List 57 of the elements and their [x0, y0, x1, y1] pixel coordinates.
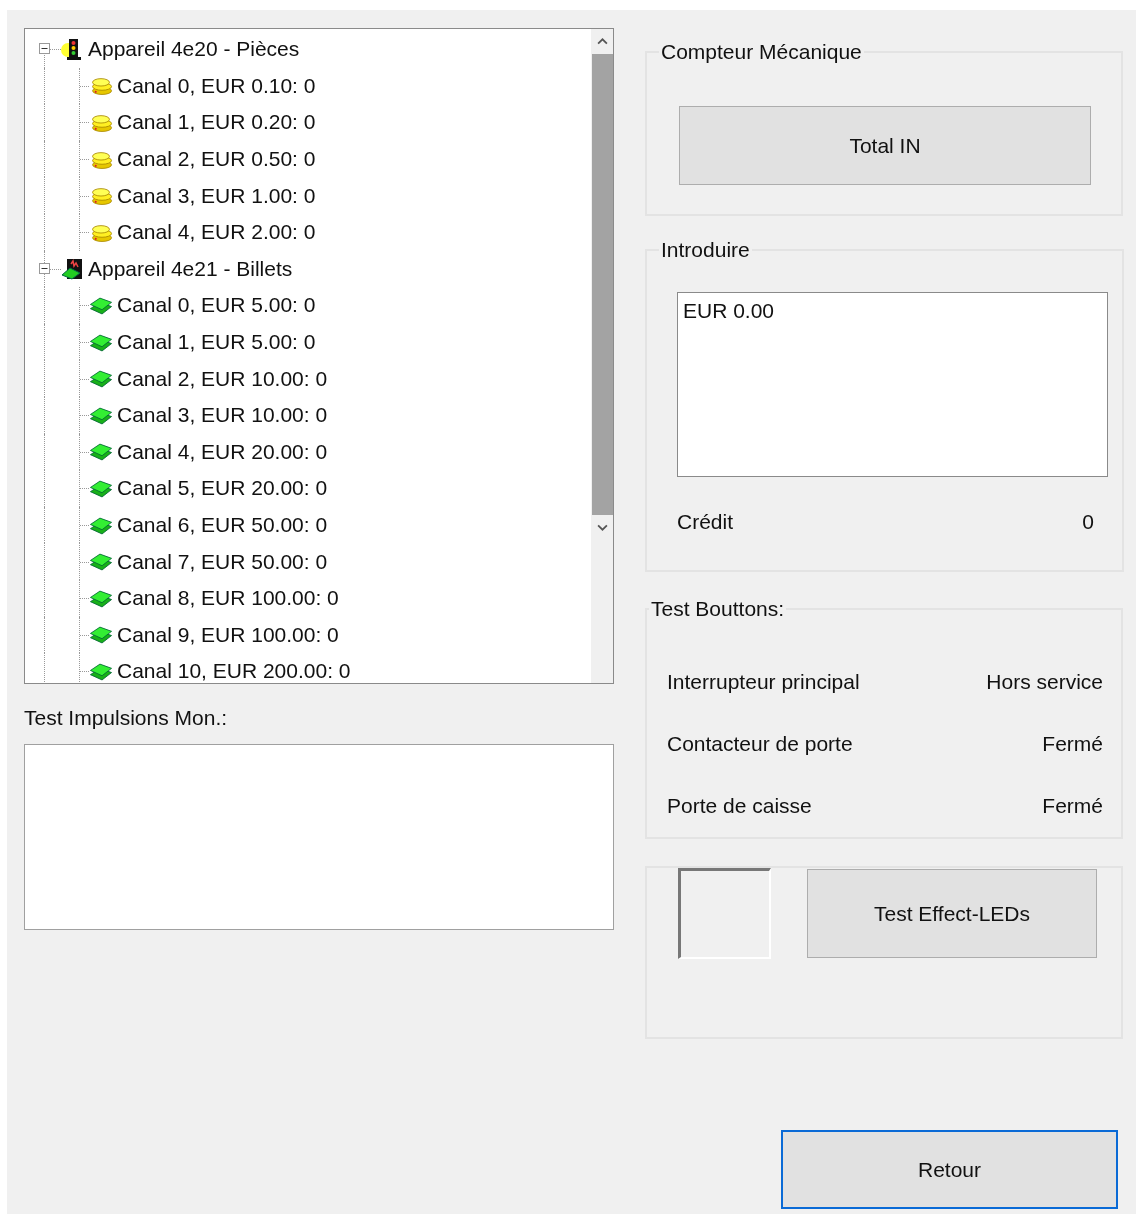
switch-name: Contacteur de porte: [667, 732, 853, 756]
switch-name: Porte de caisse: [667, 794, 812, 818]
credit-value: 0: [1082, 510, 1094, 534]
amount-field[interactable]: EUR 0.00: [677, 292, 1108, 477]
tree-item[interactable]: Canal 1, EUR 0.20: 0: [117, 110, 316, 135]
credit-label: Crédit: [677, 510, 734, 534]
total-in-button[interactable]: Total IN: [679, 106, 1091, 185]
banknote-stack-icon: [89, 515, 113, 535]
tree-item[interactable]: Canal 0, EUR 0.10: 0: [117, 73, 316, 98]
banknote-stack-icon: [89, 405, 113, 425]
coin-machine-icon: [61, 38, 83, 61]
tree-item[interactable]: Canal 5, EUR 20.00: 0: [117, 476, 328, 501]
group-title: Test Bouttons:: [650, 597, 786, 621]
group-title: Introduire: [660, 238, 751, 262]
tree-item[interactable]: Canal 4, EUR 20.00: 0: [117, 439, 328, 464]
tree-item[interactable]: Canal 7, EUR 50.00: 0: [117, 549, 328, 574]
banknote-stack-icon: [89, 369, 113, 389]
banknote-stack-icon: [89, 442, 113, 462]
note-machine-icon: [61, 257, 83, 280]
tree-item[interactable]: Canal 0, EUR 5.00: 0: [117, 293, 316, 318]
group-title: Compteur Mécanique: [660, 40, 863, 64]
pulse-test-label: Test Impulsions Mon.:: [24, 706, 229, 730]
coin-stack-icon: [89, 222, 113, 242]
banknote-stack-icon: [89, 552, 113, 572]
tree-item[interactable]: Canal 3, EUR 10.00: 0: [117, 403, 328, 428]
tree-item[interactable]: Canal 9, EUR 100.00: 0: [117, 622, 339, 647]
tree-item[interactable]: Canal 10, EUR 200.00: 0: [117, 659, 351, 683]
banknote-stack-icon: [89, 625, 113, 645]
coin-stack-icon: [89, 113, 113, 132]
tree-item[interactable]: Canal 4, EUR 2.00: 0: [117, 220, 316, 245]
tree-item[interactable]: Canal 1, EUR 5.00: 0: [117, 330, 316, 355]
scrollbar[interactable]: [591, 29, 613, 683]
coin-stack-icon: [89, 149, 113, 169]
collapse-icon[interactable]: [39, 43, 50, 55]
switch-status: Hors service: [986, 670, 1103, 694]
tree-item[interactable]: Canal 6, EUR 50.00: 0: [117, 513, 328, 537]
banknote-stack-icon: [89, 661, 113, 681]
tree-item[interactable]: Canal 3, EUR 1.00: 0: [117, 183, 316, 208]
test-leds-button[interactable]: Test Effect-LEDs: [807, 869, 1097, 958]
banknote-stack-icon: [89, 332, 113, 352]
coin-stack-icon: [89, 76, 113, 96]
scroll-up-icon[interactable]: [596, 38, 608, 45]
collapse-icon[interactable]: [39, 262, 50, 274]
tree-item[interactable]: Appareil 4e21 - Billets: [88, 256, 293, 281]
banknote-stack-icon: [89, 295, 113, 315]
tree-item[interactable]: Canal 2, EUR 10.00: 0: [117, 366, 328, 391]
tree-item[interactable]: Appareil 4e20 - Pièces: [88, 37, 300, 62]
banknote-stack-icon: [89, 588, 113, 608]
switch-status: Fermé: [1042, 732, 1103, 756]
switch-status: Fermé: [1042, 794, 1103, 818]
coin-stack-icon: [89, 186, 113, 206]
scroll-down-icon[interactable]: [596, 524, 608, 531]
back-button[interactable]: Retour: [781, 1130, 1118, 1209]
banknote-stack-icon: [89, 478, 113, 498]
switch-name: Interrupteur principal: [667, 670, 860, 694]
tree-item[interactable]: Canal 8, EUR 100.00: 0: [117, 586, 339, 611]
tree-item[interactable]: Canal 2, EUR 0.50: 0: [117, 147, 316, 172]
